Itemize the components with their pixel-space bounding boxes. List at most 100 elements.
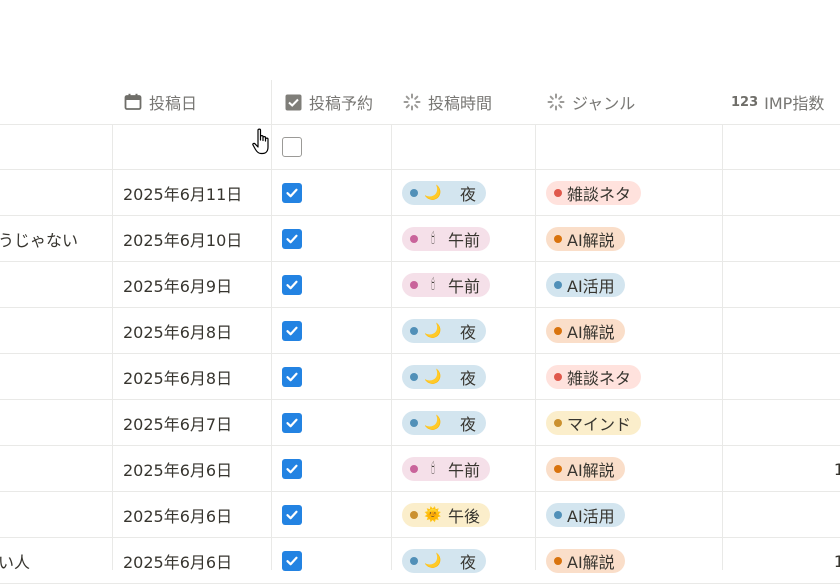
scheduled-checkbox[interactable] [282,459,302,479]
scheduled-checkbox[interactable] [282,505,302,525]
time-cell[interactable]: 🕯 午前 [392,446,535,492]
genre-label: AI活用 [567,507,615,526]
table-row[interactable]: 2025年6月7日 🌙 夜マインド [0,400,840,446]
time-emoji-icon: 🌞 [424,507,442,523]
imp-cell[interactable]: 1 [723,446,840,492]
table-row[interactable]: い人 2025年6月6日 🌙 夜 AI解説 1 [0,538,840,584]
imp-cell[interactable] [723,216,840,262]
table-row[interactable]: うじゃない 2025年6月10日 🕯 午前 AI解説 [0,216,840,262]
time-label: 夜 [460,553,477,572]
genre-tag: AI解説 [546,457,625,481]
date-cell[interactable]: 2025年6月9日 [113,262,271,308]
date-cell[interactable]: 2025年6月8日 [113,354,271,400]
genre-cell[interactable]: AI解説 [536,308,722,354]
imp-cell[interactable] [723,262,840,308]
time-emoji-icon: 🕯 [431,277,435,293]
time-cell[interactable]: 🌙 夜 [392,538,535,584]
title-cell[interactable] [0,354,112,400]
check-icon [286,418,298,428]
check-icon [286,372,298,382]
title-cell[interactable] [0,446,112,492]
table-row[interactable]: 2025年6月8日 🌙 夜 雑談ネタ [0,354,840,400]
scheduled-checkbox[interactable] [282,229,302,249]
header-scheduled[interactable]: 投稿予約 [283,80,373,124]
time-tag: 🌙 夜 [402,365,487,389]
time-cell[interactable]: 🌙 夜 [392,308,535,354]
time-cell[interactable]: 🌙 夜 [392,400,535,446]
genre-cell[interactable]: AI活用 [536,492,722,538]
genre-cell[interactable]: AI解説 [536,216,722,262]
genre-cell[interactable] [536,124,722,170]
scheduled-checkbox[interactable] [282,367,302,387]
table-row[interactable]: 2025年6月9日 🕯 午前 AI活用 [0,262,840,308]
date-cell[interactable]: 2025年6月6日 [113,446,271,492]
title-cell[interactable] [0,124,112,170]
scheduled-checkbox[interactable] [282,551,302,571]
imp-cell[interactable] [723,170,840,216]
title-cell[interactable] [0,400,112,446]
tag-dot [554,511,562,519]
imp-value: 1 [833,459,840,479]
title-cell[interactable] [0,308,112,354]
genre-cell[interactable]: AI解説 [536,538,722,584]
date-cell[interactable]: 2025年6月7日 [113,400,271,446]
tag-dot [554,327,562,335]
title-cell[interactable] [0,170,112,216]
imp-cell[interactable] [723,354,840,400]
time-tag: 🌙 夜 [402,319,487,343]
table-row[interactable]: 2025年6月11日 🌙 夜雑談ネタ [0,170,840,216]
genre-cell[interactable]: 雑談ネタ [536,354,722,400]
scheduled-checkbox[interactable] [282,137,302,157]
status-spinner-icon [402,92,422,112]
imp-cell[interactable] [723,124,840,170]
time-cell[interactable]: 🕯 午前 [392,262,535,308]
scheduled-cell [272,354,391,400]
scheduled-checkbox[interactable] [282,413,302,433]
genre-cell[interactable]: AI活用 [536,262,722,308]
table-row[interactable]: 2025年6月6日 🕯 午前 AI解説 1 [0,446,840,492]
date-text: 2025年6月7日 [123,415,233,434]
header-time[interactable]: 投稿時間 [402,80,492,124]
imp-cell[interactable]: 1 [723,538,840,584]
header-date[interactable]: 投稿日 [123,80,197,124]
date-cell[interactable]: 2025年6月6日 [113,492,271,538]
time-cell[interactable]: 🌙 夜 [392,354,535,400]
title-cell[interactable]: い人 [0,538,112,584]
header-genre[interactable]: ジャンル [546,80,635,124]
table-row[interactable]: 2025年6月6日 🌞 午後 AI活用 [0,492,840,538]
header-imp[interactable]: 123 IMP指数 [731,80,824,124]
column-divider [722,124,723,570]
number-property-icon: 123 [731,94,759,110]
time-tag: 🌞 午後 [402,503,491,527]
time-cell[interactable]: 🌙 夜 [392,170,535,216]
scheduled-checkbox[interactable] [282,275,302,295]
genre-cell[interactable]: 雑談ネタ [536,170,722,216]
time-label: 夜 [460,323,477,342]
date-cell[interactable]: 2025年6月8日 [113,308,271,354]
title-cell[interactable] [0,492,112,538]
date-cell[interactable]: 2025年6月10日 [113,216,271,262]
date-cell[interactable]: 2025年6月11日 [113,170,271,216]
header-date-label: 投稿日 [149,94,198,113]
genre-cell[interactable]: マインド [536,400,722,446]
imp-cell[interactable] [723,400,840,446]
date-text: 2025年6月11日 [123,185,243,204]
genre-label: 雑談ネタ [567,369,632,388]
scheduled-checkbox[interactable] [282,183,302,203]
table-row[interactable]: 2025年6月8日 🌙 夜 AI解説 [0,308,840,354]
table-row[interactable] [0,124,840,170]
scheduled-checkbox[interactable] [282,321,302,341]
time-cell[interactable]: 🕯 午前 [392,216,535,262]
title-cell[interactable]: うじゃない [0,216,112,262]
imp-cell[interactable] [723,308,840,354]
time-label: 午前 [448,231,481,250]
time-cell[interactable]: 🌞 午後 [392,492,535,538]
title-cell[interactable] [0,262,112,308]
date-cell[interactable]: 2025年6月6日 [113,538,271,584]
genre-cell[interactable]: AI解説 [536,446,722,492]
imp-cell[interactable] [723,492,840,538]
date-cell[interactable] [113,124,271,170]
time-cell[interactable] [392,124,535,170]
status-spinner-icon [546,92,566,112]
check-icon [286,326,298,336]
